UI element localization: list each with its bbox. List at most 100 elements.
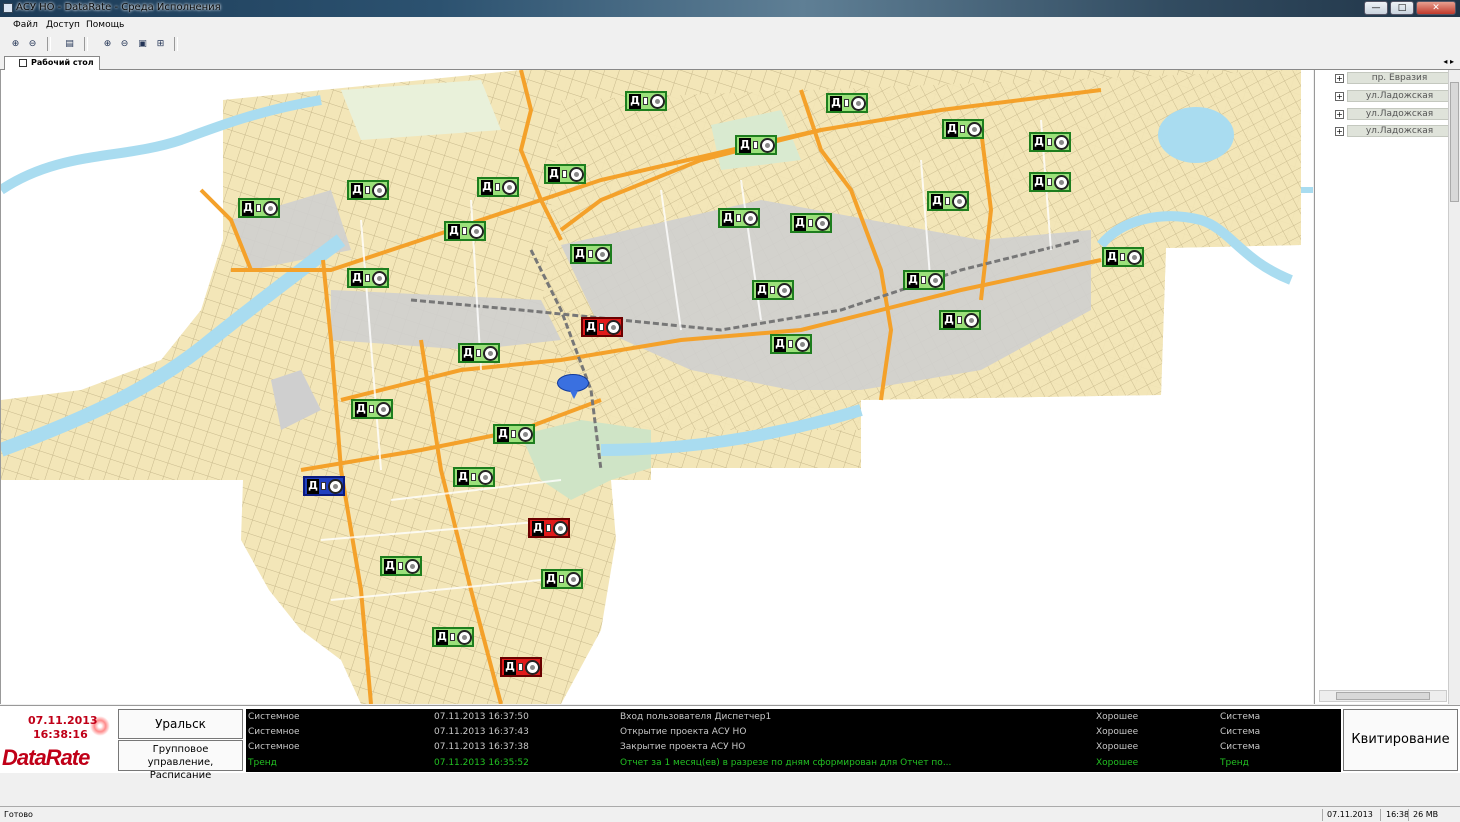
traffic-controller-marker[interactable]: Д [238, 198, 280, 218]
signal-light-icon [650, 94, 665, 109]
log-row[interactable]: Тренд 07.11.2013 16:35:52 Отчет за 1 мес… [246, 756, 1341, 771]
status-time: 16:38 [1386, 810, 1410, 819]
signal-bar-icon [788, 340, 793, 348]
traffic-controller-marker[interactable]: Д [826, 93, 868, 113]
signal-bar-icon [450, 633, 455, 641]
traffic-controller-marker[interactable]: Д [493, 424, 535, 444]
controller-letter: Д [946, 122, 958, 137]
add-object-icon[interactable]: ⊕ [9, 38, 22, 50]
expand-icon[interactable]: + [1335, 74, 1344, 83]
menu-file[interactable]: Файл [13, 20, 38, 30]
traffic-controller-marker[interactable]: Д [581, 317, 623, 337]
controller-letter: Д [794, 216, 806, 231]
traffic-controller-marker[interactable]: Д [347, 268, 389, 288]
log-row[interactable]: Системное 07.11.2013 16:37:38 Закрытие п… [246, 740, 1341, 755]
zoom-fit-icon[interactable]: ▣ [136, 38, 149, 50]
tree-item[interactable]: + ул.Ладожская [1319, 125, 1452, 138]
acknowledge-button[interactable]: Квитирование [1343, 709, 1458, 771]
tree-item[interactable]: + ул.Ладожская [1319, 90, 1452, 103]
zoom-in-icon[interactable]: ⊕ [101, 38, 114, 50]
traffic-controller-marker[interactable]: Д [1029, 132, 1071, 152]
traffic-controller-marker[interactable]: Д [927, 191, 969, 211]
traffic-controller-marker[interactable]: Д [477, 177, 519, 197]
signal-light-icon [553, 521, 568, 536]
traffic-controller-marker[interactable]: Д [303, 476, 345, 496]
traffic-controller-marker[interactable]: Д [347, 180, 389, 200]
maximize-button[interactable]: □ [1390, 1, 1414, 15]
menu-access[interactable]: Доступ [46, 20, 80, 30]
signal-bar-icon [511, 430, 516, 438]
vertical-scrollbar[interactable] [1448, 70, 1460, 704]
traffic-controller-marker[interactable]: Д [351, 399, 393, 419]
traffic-controller-marker[interactable]: Д [570, 244, 612, 264]
status-ready: Готово [4, 810, 33, 819]
group-control-label-1: Групповое управление, [147, 744, 214, 768]
traffic-controller-marker[interactable]: Д [541, 569, 583, 589]
log-row[interactable]: Системное 07.11.2013 16:37:43 Открытие п… [246, 725, 1341, 740]
traffic-controller-marker[interactable]: Д [752, 280, 794, 300]
zoom-window-icon[interactable]: ⊞ [154, 38, 167, 50]
signal-light-icon [483, 346, 498, 361]
menu-help[interactable]: Помощь [86, 20, 124, 30]
group-control-label-2: Расписание [149, 770, 212, 781]
traffic-controller-marker[interactable]: Д [903, 270, 945, 290]
traffic-controller-marker[interactable]: Д [380, 556, 422, 576]
traffic-controller-marker[interactable]: Д [1029, 172, 1071, 192]
signal-light-icon [815, 216, 830, 231]
event-log[interactable]: Системное 07.11.2013 16:37:50 Вход польз… [246, 709, 1341, 772]
log-row[interactable]: Системное 07.11.2013 16:37:50 Вход польз… [246, 710, 1341, 725]
print-icon[interactable]: ▤ [63, 38, 76, 50]
tab-desktop[interactable]: Рабочий стол [4, 56, 100, 70]
signal-light-icon [1127, 250, 1142, 265]
controller-letter: Д [629, 94, 641, 109]
bottom-panel: 07.11.2013 16:38:16 DataRate Уральск Гру… [0, 705, 1460, 781]
log-source: Система [1220, 742, 1261, 752]
location-pin-icon[interactable] [557, 374, 589, 399]
scrollbar-thumb[interactable] [1450, 82, 1459, 202]
object-tree-panel: + пр. Евразия + ул.Ладожская + ул.Ладожс… [1314, 70, 1460, 704]
traffic-controller-marker[interactable]: Д [528, 518, 570, 538]
traffic-controller-marker[interactable]: Д [718, 208, 760, 228]
tree-item[interactable]: + ул.Ладожская [1319, 108, 1452, 121]
group-control-button[interactable]: Групповое управление, Расписание [118, 740, 243, 781]
traffic-controller-marker[interactable]: Д [432, 627, 474, 647]
traffic-controller-marker[interactable]: Д [625, 91, 667, 111]
zoom-out-icon[interactable]: ⊖ [118, 38, 131, 50]
traffic-controller-marker[interactable]: Д [544, 164, 586, 184]
title-bar: АСУ НО - DataRate - Среда Исполнения — □… [0, 0, 1460, 17]
traffic-controller-marker[interactable]: Д [939, 310, 981, 330]
controller-letter: Д [1106, 250, 1118, 265]
signal-light-icon [405, 559, 420, 574]
traffic-controller-marker[interactable]: Д [458, 343, 500, 363]
city-button[interactable]: Уральск [118, 709, 243, 739]
logo-brand: DataRate [2, 745, 90, 770]
status-divider [1380, 809, 1381, 821]
horizontal-scrollbar[interactable] [1319, 690, 1447, 702]
expand-icon[interactable]: + [1335, 110, 1344, 119]
expand-icon[interactable]: + [1335, 92, 1344, 101]
signal-light-icon [525, 660, 540, 675]
traffic-controller-marker[interactable]: Д [1102, 247, 1144, 267]
traffic-controller-marker[interactable]: Д [735, 135, 777, 155]
scrollbar-thumb[interactable] [1336, 692, 1430, 700]
traffic-controller-marker[interactable]: Д [444, 221, 486, 241]
signal-light-icon [478, 470, 493, 485]
remove-object-icon[interactable]: ⊖ [26, 38, 39, 50]
city-map[interactable]: Д Д Д Д Д Д Д Д Д Д Д Д Д Д Д Д Д Д Д Д Д Д Д Д Д Д Д Д Д Д Д Д [0, 70, 1313, 704]
tree-item-label: ул.Ладожская [1347, 125, 1452, 137]
close-button[interactable]: ✕ [1416, 1, 1456, 15]
traffic-controller-marker[interactable]: Д [770, 334, 812, 354]
controller-letter: Д [830, 96, 842, 111]
minimize-button[interactable]: — [1364, 1, 1388, 15]
expand-icon[interactable]: + [1335, 127, 1344, 136]
traffic-controller-marker[interactable]: Д [790, 213, 832, 233]
tree-item[interactable]: + пр. Евразия [1319, 72, 1452, 85]
traffic-controller-marker[interactable]: Д [453, 467, 495, 487]
traffic-controller-marker[interactable]: Д [500, 657, 542, 677]
log-message: Вход пользователя Диспетчер1 [620, 712, 772, 722]
signal-light-icon [795, 337, 810, 352]
tab-nav-arrows[interactable]: ◂ ▸ [1443, 57, 1454, 66]
traffic-controller-marker[interactable]: Д [942, 119, 984, 139]
signal-light-icon [952, 194, 967, 209]
log-type: Системное [248, 727, 300, 737]
